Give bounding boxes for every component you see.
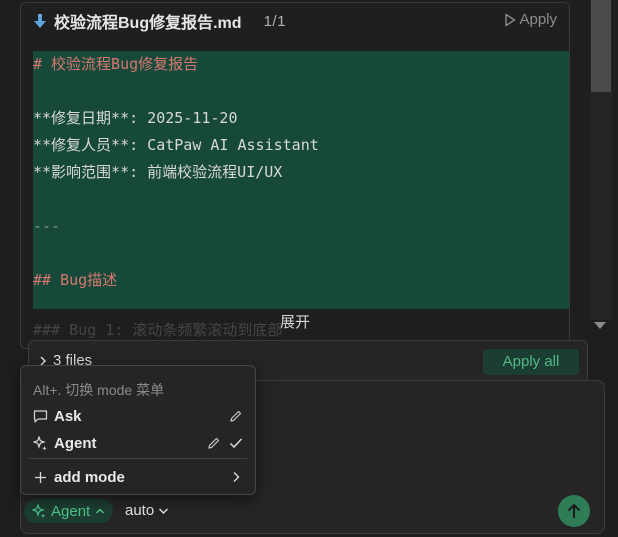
code-line: --- xyxy=(33,217,61,235)
chevron-up-icon xyxy=(95,507,105,515)
menu-item-add-mode[interactable]: add mode xyxy=(21,464,255,490)
chevron-right-icon xyxy=(229,470,243,484)
file-name[interactable]: 校验流程Bug修复报告.md xyxy=(54,9,242,33)
play-icon xyxy=(504,13,516,27)
mode-selector-button[interactable]: Agent xyxy=(24,499,114,523)
checkmark-icon xyxy=(229,436,243,450)
download-arrow-icon xyxy=(33,13,47,29)
menu-item-agent[interactable]: Agent xyxy=(21,430,255,456)
plus-icon xyxy=(33,470,48,485)
code-block-header: 校验流程Bug修复报告.md 1/1 Apply xyxy=(21,3,569,39)
menu-shortcut-hint: Alt+. 切换 mode 菜单 xyxy=(33,382,165,398)
sparkle-icon xyxy=(33,435,48,451)
apply-all-button[interactable]: Apply all xyxy=(483,349,579,375)
menu-item-label: add mode xyxy=(54,468,125,486)
model-selector-label: auto xyxy=(125,502,155,519)
menu-item-label: Agent xyxy=(54,434,97,452)
apply-label: Apply xyxy=(519,11,557,28)
mode-menu: Alt+. 切换 mode 菜单 Ask Agent add mode xyxy=(20,365,256,495)
code-line: **影响范围**: 前端校验流程UI/UX xyxy=(33,163,283,181)
code-line: **修复日期**: 2025-11-20 xyxy=(33,109,238,127)
scrollbar-thumb[interactable] xyxy=(591,0,611,92)
chat-bubble-icon xyxy=(33,409,48,424)
code-line: **修复人员**: CatPaw AI Assistant xyxy=(33,136,319,154)
diff-page-counter: 1/1 xyxy=(263,12,286,30)
mode-selector-label: Agent xyxy=(51,502,91,520)
code-content: # 校验流程Bug修复报告 **修复日期**: 2025-11-20 **修复人… xyxy=(33,51,569,309)
code-block-card: 校验流程Bug修复报告.md 1/1 Apply # 校验流程Bug修复报告 *… xyxy=(20,2,570,349)
scroll-down-arrow-icon[interactable] xyxy=(594,322,606,329)
expand-button[interactable]: 展开 xyxy=(21,311,569,332)
sparkle-icon xyxy=(32,504,46,518)
chevron-down-icon xyxy=(158,507,169,515)
model-selector[interactable]: auto xyxy=(125,502,169,519)
arrow-up-icon xyxy=(566,502,582,520)
code-line: ## Bug描述 xyxy=(33,271,118,289)
menu-item-label: Ask xyxy=(54,407,82,425)
send-button[interactable] xyxy=(558,495,590,527)
menu-item-ask[interactable]: Ask xyxy=(21,403,255,429)
apply-button[interactable]: Apply xyxy=(504,11,557,28)
pencil-icon[interactable] xyxy=(229,409,243,423)
menu-divider xyxy=(29,458,247,459)
pencil-icon[interactable] xyxy=(207,436,221,450)
code-line: # 校验流程Bug修复报告 xyxy=(33,55,199,73)
